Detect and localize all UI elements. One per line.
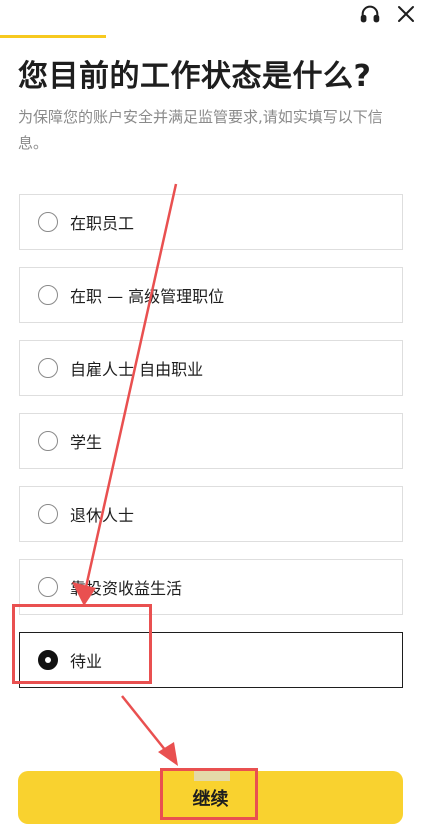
option-senior-management[interactable]: 在职 — 高级管理职位 xyxy=(19,267,403,323)
radio-icon[interactable] xyxy=(38,212,58,232)
radio-icon[interactable] xyxy=(38,577,58,597)
close-icon[interactable] xyxy=(394,2,418,26)
option-label: 学生 xyxy=(70,433,103,452)
option-self-employed[interactable]: 自雇人士 自由职业 xyxy=(19,340,403,396)
radio-icon[interactable] xyxy=(38,504,58,524)
option-unemployed[interactable]: 待业 xyxy=(19,632,403,688)
option-employed[interactable]: 在职员工 xyxy=(19,194,403,250)
radio-checked-icon[interactable] xyxy=(38,650,58,670)
option-label: 在职 — 高级管理职位 xyxy=(70,287,225,306)
option-label: 在职员工 xyxy=(70,214,135,233)
radio-icon[interactable] xyxy=(38,358,58,378)
option-label: 自雇人士 自由职业 xyxy=(70,360,204,379)
page-title: 您目前的工作状态是什么? xyxy=(18,59,372,94)
option-label: 待业 xyxy=(70,652,103,671)
option-student[interactable]: 学生 xyxy=(19,413,403,469)
progress-bar xyxy=(0,35,422,38)
radio-icon[interactable] xyxy=(38,285,58,305)
blurred-region xyxy=(194,769,230,781)
top-bar xyxy=(0,0,422,40)
arrow-line xyxy=(121,695,171,757)
option-investment-income[interactable]: 靠投资收益生活 xyxy=(19,559,403,615)
option-label: 靠投资收益生活 xyxy=(70,579,183,598)
page-subtitle: 为保障您的账户安全并满足监管要求,请如实填写以下信息。 xyxy=(18,108,383,152)
headset-icon[interactable] xyxy=(358,2,382,26)
employment-options: 在职员工 在职 — 高级管理职位 自雇人士 自由职业 学生 退休人士 靠投资收益… xyxy=(19,194,403,705)
radio-icon[interactable] xyxy=(38,431,58,451)
option-retired[interactable]: 退休人士 xyxy=(19,486,403,542)
progress-fill xyxy=(0,35,106,38)
arrow-head xyxy=(158,742,178,766)
option-label: 退休人士 xyxy=(70,506,135,525)
